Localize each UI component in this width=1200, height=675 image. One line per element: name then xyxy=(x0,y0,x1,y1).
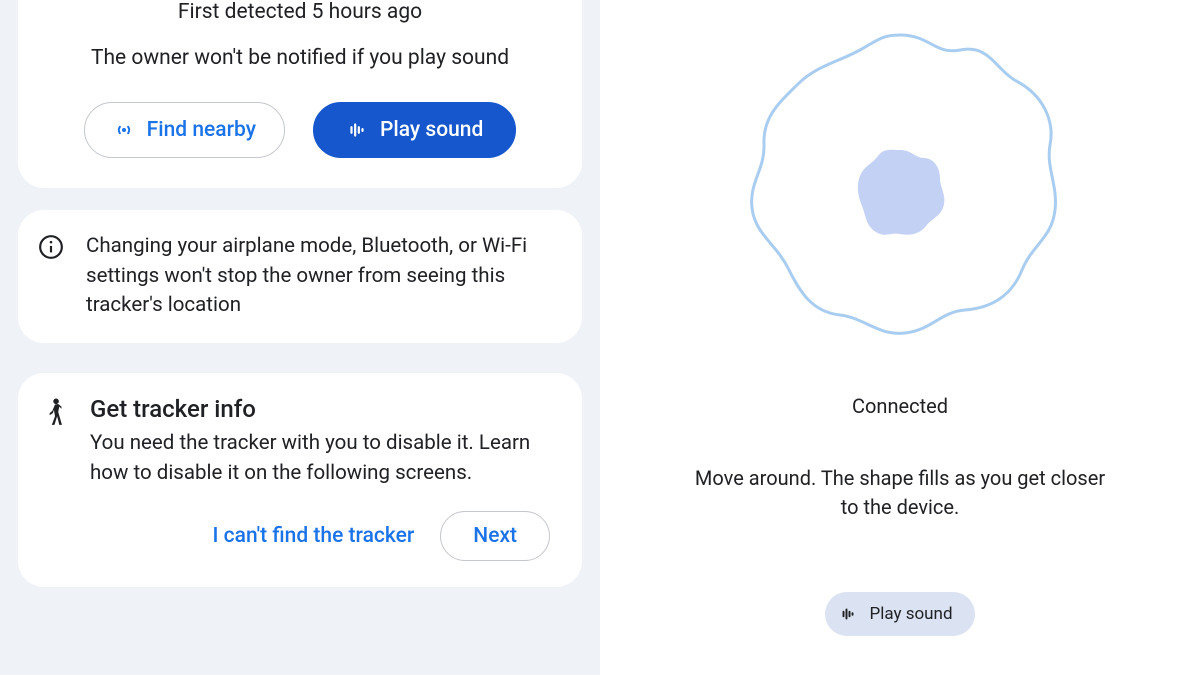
play-sound-label: Play sound xyxy=(380,118,483,142)
info-card: Changing your airplane mode, Bluetooth, … xyxy=(18,210,582,343)
find-nearby-pane: Connected Move around. The shape fills a… xyxy=(600,0,1200,675)
play-sound-button[interactable]: Play sound xyxy=(313,102,516,158)
tracker-info-body: You need the tracker with you to disable… xyxy=(90,429,558,488)
first-detected-text: First detected 5 hours ago xyxy=(42,0,558,24)
detection-card: First detected 5 hours ago The owner won… xyxy=(18,0,582,188)
sound-bars-icon xyxy=(346,119,368,141)
find-nearby-label: Find nearby xyxy=(147,118,256,142)
next-button[interactable]: Next xyxy=(440,511,550,561)
proximity-instructions: Move around. The shape fills as you get … xyxy=(690,464,1110,522)
info-text: Changing your airplane mode, Bluetooth, … xyxy=(86,232,558,321)
radar-fill-icon xyxy=(858,150,945,235)
walking-person-icon xyxy=(42,397,68,427)
proximity-radar xyxy=(730,20,1070,360)
tracker-info-title: Get tracker info xyxy=(90,395,558,423)
sound-bars-icon xyxy=(839,605,857,623)
broadcast-icon xyxy=(113,119,135,141)
action-buttons-row: Find nearby Play sound xyxy=(42,102,558,158)
play-sound-chip-button[interactable]: Play sound xyxy=(825,592,974,636)
get-tracker-info-card: Get tracker info You need the tracker wi… xyxy=(18,373,582,586)
connection-status: Connected xyxy=(852,394,948,418)
find-nearby-button[interactable]: Find nearby xyxy=(84,102,285,158)
play-sound-chip-label: Play sound xyxy=(869,604,952,624)
owner-notify-text: The owner won't be notified if you play … xyxy=(42,46,558,70)
info-icon xyxy=(38,234,64,260)
tracker-details-pane: First detected 5 hours ago The owner won… xyxy=(0,0,600,675)
cant-find-tracker-link[interactable]: I can't find the tracker xyxy=(213,524,415,548)
